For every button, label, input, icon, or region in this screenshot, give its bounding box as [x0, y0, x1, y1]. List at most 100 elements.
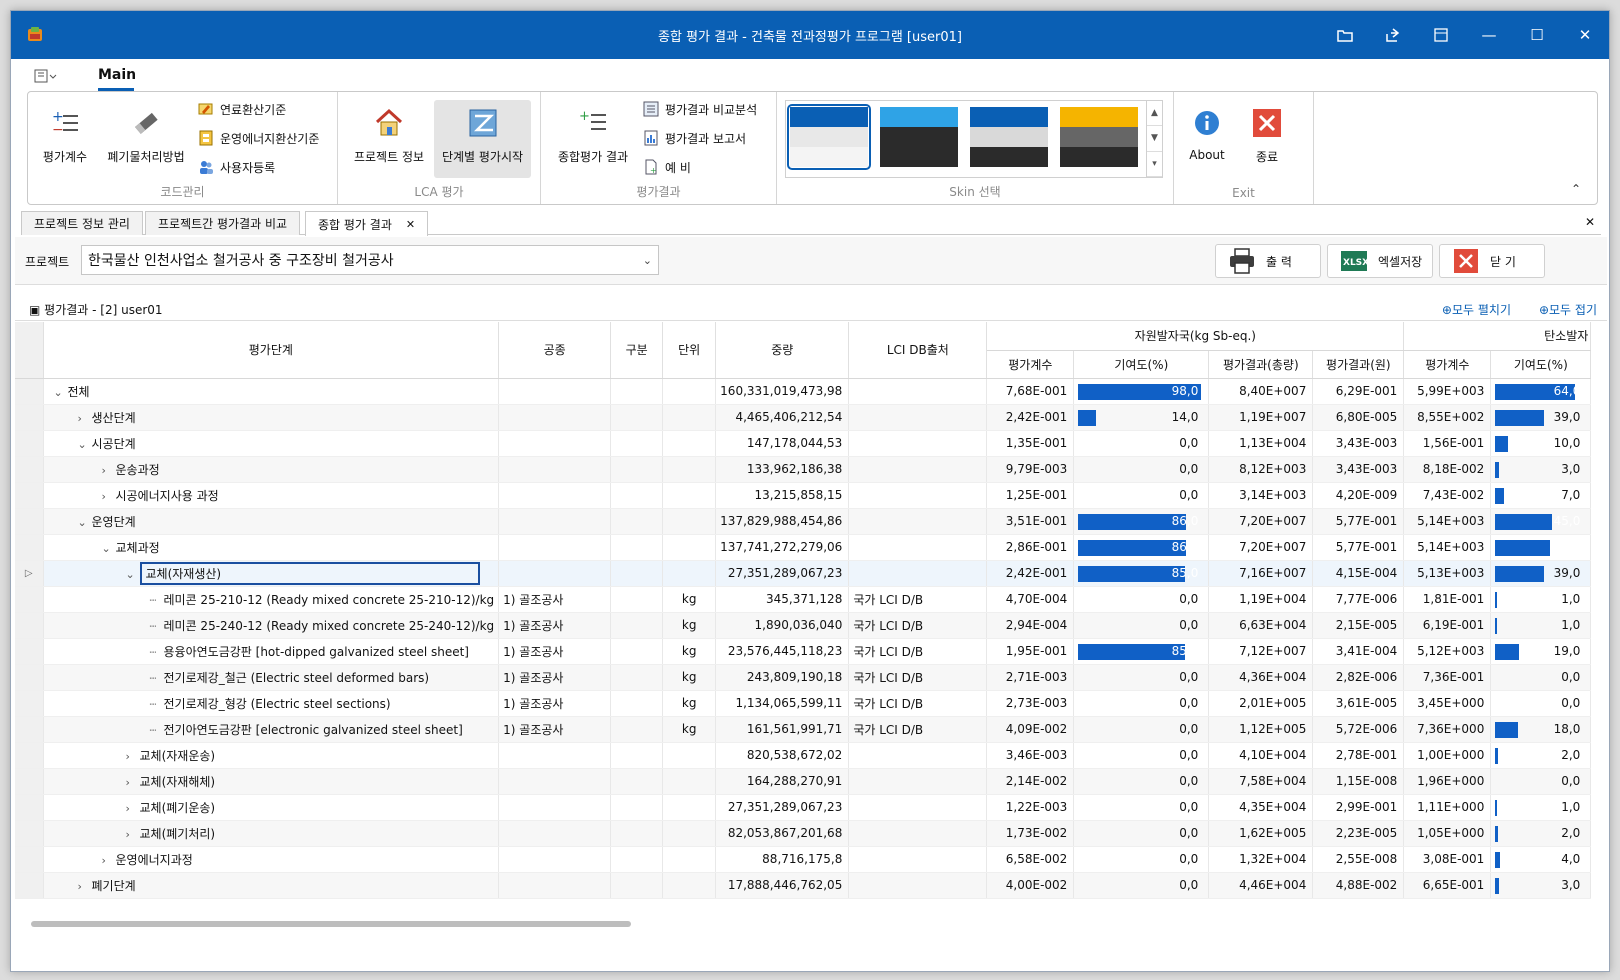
collapse-ribbon-icon[interactable]: ⌃ [1571, 182, 1581, 196]
row-indicator[interactable] [15, 664, 44, 691]
app-menu-icon[interactable] [33, 67, 57, 85]
user-register-button[interactable]: 사용자등록 [198, 156, 275, 178]
cell-stage[interactable]: › 시공에너지사용 과정 [43, 482, 500, 509]
collapse-all-button[interactable]: ⊕모두 접기 [1539, 301, 1597, 318]
print-button[interactable]: 출 력 [1215, 244, 1321, 278]
table-row[interactable]: ┈ 레미콘 25-210-12 (Ready mixed concrete 25-… [15, 586, 1592, 613]
project-select[interactable]: 한국물산 인천사업소 철거공사 중 구조장비 철거공사 ⌄ [81, 245, 659, 275]
reserve-button[interactable]: + 예 비 [643, 156, 691, 178]
close-window-button[interactable]: ✕ [1561, 11, 1609, 59]
tab-project-compare[interactable]: 프로젝트간 평가결과 비교 [145, 211, 301, 235]
col-unit[interactable]: 단위 [662, 322, 717, 379]
cell-stage[interactable]: ┈ 레미콘 25-240-12 (Ready mixed concrete 25-… [43, 612, 500, 639]
tree-expand-icon[interactable]: › [102, 854, 116, 867]
table-row[interactable]: › 교체(폐기운송) 27,351,289,067,23 1,22E-003 0,0 4,… [15, 794, 1592, 821]
cell-stage[interactable]: ┈ 전기로제강_철근 (Electric steel deformed bars) [43, 664, 500, 691]
cell-stage[interactable]: › 폐기단계 [43, 872, 500, 899]
tree-expand-icon[interactable]: › [78, 412, 92, 425]
cell-stage[interactable]: ┈ 레미콘 25-210-12 (Ready mixed concrete 25-… [43, 586, 500, 613]
row-indicator[interactable] [15, 534, 44, 561]
close-all-tabs-icon[interactable]: ✕ [1585, 215, 1595, 229]
tree-collapse-icon[interactable]: ⌄ [126, 568, 140, 581]
tree-expand-icon[interactable]: › [102, 464, 116, 477]
table-row[interactable]: › 폐기단계 17,888,446,762,05 4,00E-002 0,0 4,46E+… [15, 872, 1592, 899]
table-row[interactable]: ┈ 전기로제강_형강 (Electric steel sections) 1) 골조… [15, 690, 1592, 717]
tab-total-result[interactable]: 종합 평가 결과 ✕ [305, 211, 429, 236]
cell-stage[interactable]: ⌄ 교체과정 [43, 534, 500, 561]
cell-stage[interactable]: › 교체(자재해체) [43, 768, 500, 795]
col-category[interactable]: 구분 [610, 322, 664, 379]
table-row[interactable]: ⌄ 교체과정 137,741,272,279,06 2,86E-001 86,0 7,20… [15, 534, 1592, 561]
skin-option-1[interactable] [787, 104, 871, 170]
table-row[interactable]: ┈ 전기아연도금강판 [electronic galvanized steel s… [15, 716, 1592, 743]
row-indicator[interactable] [15, 404, 44, 431]
col-g1-won[interactable]: 평가결과(원) [1312, 350, 1405, 379]
cell-stage[interactable]: › 교체(폐기처리) [43, 820, 500, 847]
row-indicator[interactable] [15, 690, 44, 717]
cell-stage[interactable]: ┈ 전기아연도금강판 [electronic galvanized steel s… [43, 716, 500, 743]
result-report-button[interactable]: 평가결과 보고서 [643, 127, 746, 149]
result-compare-button[interactable]: 평가결과 비교분석 [643, 98, 757, 120]
export-icon[interactable] [1369, 11, 1417, 59]
tab-close-icon[interactable]: ✕ [406, 218, 415, 231]
project-info-button[interactable]: 프로젝트 정보 [346, 100, 432, 178]
open-folder-icon[interactable] [1321, 11, 1369, 59]
fuel-conversion-button[interactable]: 연료환산기준 [198, 98, 286, 120]
table-row[interactable]: ┈ 전기로제강_철근 (Electric steel deformed bars)… [15, 664, 1592, 691]
tree-expand-icon[interactable]: › [126, 776, 140, 789]
expand-all-button[interactable]: ⊕모두 펼치기 [1442, 301, 1511, 318]
table-row[interactable]: › 생산단계 4,465,406,212,54 2,42E-001 14,0 1,19E+… [15, 404, 1592, 431]
col-g2-contrib[interactable]: 기여도(%) [1490, 350, 1592, 379]
col-g1-coef[interactable]: 평가계수 [986, 350, 1075, 379]
col-g1-contrib[interactable]: 기여도(%) [1073, 350, 1210, 379]
cell-stage[interactable]: › 운송과정 [43, 456, 500, 483]
about-button[interactable]: About [1180, 100, 1234, 178]
minimize-button[interactable]: — [1465, 11, 1513, 59]
tab-project-info[interactable]: 프로젝트 정보 관리 [21, 211, 143, 235]
tree-collapse-icon[interactable]: ⌄ [78, 516, 92, 529]
section-collapse-icon[interactable]: ▣ [29, 303, 44, 317]
layout-icon[interactable] [1417, 11, 1465, 59]
col-weight[interactable]: 중량 [715, 322, 850, 379]
col-stage[interactable]: 평가단계 [43, 322, 500, 379]
waste-method-button[interactable]: 폐기물처리방법 [100, 100, 192, 178]
table-row[interactable]: › 교체(자재운송) 820,538,672,02 3,46E-003 0,0 4,10E… [15, 742, 1592, 769]
row-indicator[interactable] [15, 456, 44, 483]
col-lci[interactable]: LCI DB출처 [848, 322, 988, 379]
table-row[interactable]: › 시공에너지사용 과정 13,215,858,15 1,25E-001 0,0 3,14… [15, 482, 1592, 509]
row-indicator[interactable] [15, 820, 44, 847]
row-indicator[interactable] [15, 638, 44, 665]
tree-expand-icon[interactable]: › [126, 750, 140, 763]
col-work[interactable]: 공종 [498, 322, 612, 379]
skin-option-2[interactable] [880, 107, 958, 167]
cell-stage[interactable]: ┈ 전기로제강_형강 (Electric steel sections) [43, 690, 500, 717]
table-row[interactable]: ⌄ 전체 160,331,019,473,98 7,68E-001 98,0 8,40E+… [15, 378, 1592, 405]
col-g2-coef[interactable]: 평가계수 [1403, 350, 1492, 379]
total-result-button[interactable]: + 종합평가 결과 [547, 100, 639, 178]
stage-eval-start-button[interactable]: 단계별 평가시작 [434, 100, 531, 178]
row-indicator[interactable] [15, 378, 44, 405]
tree-collapse-icon[interactable]: ⌄ [78, 438, 92, 451]
row-indicator[interactable] [15, 794, 44, 821]
excel-save-button[interactable]: XLSX 엑셀저장 [1327, 244, 1433, 278]
table-row[interactable]: › 운송과정 133,962,186,38 9,79E-003 0,0 8,12E+003… [15, 456, 1592, 483]
tree-expand-icon[interactable]: › [102, 490, 116, 503]
table-row[interactable]: ▷ ⌄ 교체(자재생산) 27,351,289,067,23 2,42E-001 85,0… [15, 560, 1592, 587]
table-row[interactable]: ⌄ 운영단계 137,829,988,454,86 3,51E-001 86,0 7,20… [15, 508, 1592, 535]
gallery-up-icon[interactable]: ▲ [1147, 101, 1162, 127]
cell-stage[interactable]: ⌄ 시공단계 [43, 430, 500, 457]
table-row[interactable]: ┈ 레미콘 25-240-12 (Ready mixed concrete 25-… [15, 612, 1592, 639]
tree-expand-icon[interactable]: › [126, 802, 140, 815]
row-indicator[interactable] [15, 716, 44, 743]
table-row[interactable]: › 운영에너지과정 88,716,175,8 6,58E-002 0,0 1,32E+00… [15, 846, 1592, 873]
gallery-down-icon[interactable]: ▼ [1147, 126, 1162, 152]
tree-expand-icon[interactable]: › [126, 828, 140, 841]
horizontal-scrollbar[interactable] [31, 921, 631, 927]
cell-stage[interactable]: ⌄ 교체(자재생산) [43, 560, 500, 587]
row-indicator[interactable] [15, 768, 44, 795]
skin-option-3[interactable] [970, 107, 1048, 167]
cell-stage[interactable]: ⌄ 전체 [43, 378, 500, 405]
cell-stage[interactable]: ┈ 용융아연도금강판 [hot-dipped galvanized steel s… [43, 638, 500, 665]
eval-coef-button[interactable]: + − 평가계수 [34, 100, 96, 178]
table-row[interactable]: ┈ 용융아연도금강판 [hot-dipped galvanized steel s… [15, 638, 1592, 665]
